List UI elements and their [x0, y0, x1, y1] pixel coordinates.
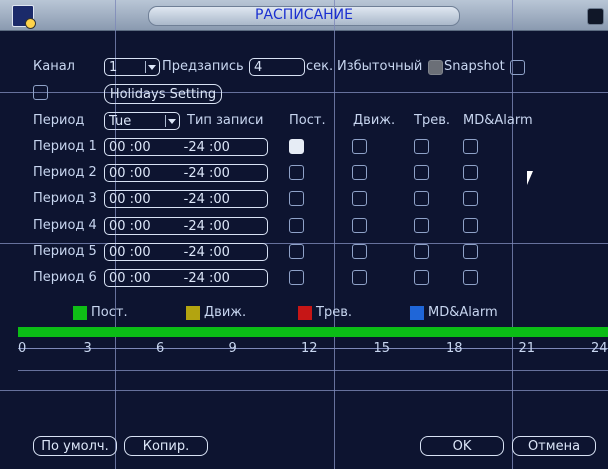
- period-4-mdalarm-checkbox[interactable]: [463, 218, 478, 233]
- timeline-tick-label: 21: [518, 341, 536, 356]
- period-5-regular-checkbox[interactable]: [289, 244, 304, 259]
- prerecord-label: Предзапись: [162, 59, 244, 74]
- holidays-setting-button[interactable]: Holidays Setting: [104, 84, 222, 104]
- channel-label: Канал: [33, 59, 75, 74]
- holidays-checkbox[interactable]: [33, 85, 48, 100]
- period-label-5: Период 5: [33, 244, 97, 259]
- period-1-alarm-checkbox[interactable]: [414, 139, 429, 154]
- guide-line: [0, 390, 608, 391]
- app-icon: [12, 5, 36, 29]
- ok-button[interactable]: OK: [420, 436, 504, 456]
- guide-line: [334, 0, 335, 469]
- redundant-label: Избыточный: [337, 59, 423, 74]
- period-label-2: Период 2: [33, 165, 97, 180]
- timeline-tick-label: 15: [373, 341, 391, 356]
- period-5-motion-checkbox[interactable]: [352, 244, 367, 259]
- period-5-alarm-checkbox[interactable]: [414, 244, 429, 259]
- period-time-range-6[interactable]: 00 :00 -24 :00: [104, 269, 268, 287]
- period-label-4: Период 4: [33, 218, 97, 233]
- timeline-bar: [18, 327, 608, 337]
- period-1-regular-checkbox[interactable]: [289, 139, 304, 154]
- column-alarm: Трев.: [414, 113, 450, 128]
- column-motion: Движ.: [353, 113, 396, 128]
- redundant-checkbox[interactable]: [428, 60, 443, 75]
- window-title: РАСПИСАНИЕ: [255, 7, 353, 23]
- period-time-range-4[interactable]: 00 :00 -24 :00: [104, 217, 268, 235]
- period-time-range-2[interactable]: 00 :00 -24 :00: [104, 164, 268, 182]
- timeline-tick-label: 6: [156, 341, 165, 356]
- period-time-range-3[interactable]: 00 :00 -24 :00: [104, 190, 268, 208]
- prerecord-input[interactable]: 4: [249, 58, 305, 76]
- timeline-axis-line: [18, 370, 608, 371]
- guide-line: [0, 92, 608, 93]
- channel-value: 1: [109, 60, 118, 75]
- legend-motion: Движ.: [204, 305, 247, 320]
- timeline-tick-label: 9: [228, 341, 237, 356]
- period-6-motion-checkbox[interactable]: [352, 270, 367, 285]
- legend-regular: Пост.: [91, 305, 128, 320]
- period-label-3: Период 3: [33, 191, 97, 206]
- period-1-motion-checkbox[interactable]: [352, 139, 367, 154]
- period-6-regular-checkbox[interactable]: [289, 270, 304, 285]
- period-3-mdalarm-checkbox[interactable]: [463, 191, 478, 206]
- period-time-range-5[interactable]: 00 :00 -24 :00: [104, 243, 268, 261]
- mouse-cursor-icon: [527, 171, 539, 185]
- period-label: Период: [33, 113, 85, 128]
- close-button[interactable]: [587, 8, 604, 25]
- timeline-tick-label: 3: [83, 341, 92, 356]
- period-2-motion-checkbox[interactable]: [352, 165, 367, 180]
- cancel-button[interactable]: Отмена: [512, 436, 596, 456]
- timeline-tick-label: 18: [446, 341, 463, 356]
- copy-button[interactable]: Копир.: [124, 436, 208, 456]
- column-regular: Пост.: [289, 113, 326, 128]
- day-select[interactable]: Tue: [104, 112, 180, 130]
- period-label-6: Период 6: [33, 270, 97, 285]
- period-3-regular-checkbox[interactable]: [289, 191, 304, 206]
- timeline-tick-label: 24: [591, 341, 608, 356]
- snapshot-checkbox[interactable]: [510, 60, 525, 75]
- chevron-down-icon: [165, 115, 177, 127]
- period-time-range-1[interactable]: 00 :00 -24 :00: [104, 138, 268, 156]
- period-5-mdalarm-checkbox[interactable]: [463, 244, 478, 259]
- period-4-alarm-checkbox[interactable]: [414, 218, 429, 233]
- chevron-down-icon: [145, 61, 157, 73]
- timeline-tick-label: 12: [301, 341, 318, 356]
- record-type-label: Тип записи: [187, 113, 264, 128]
- legend-swatch-regular: [73, 306, 87, 320]
- period-2-mdalarm-checkbox[interactable]: [463, 165, 478, 180]
- period-1-mdalarm-checkbox[interactable]: [463, 139, 478, 154]
- period-6-mdalarm-checkbox[interactable]: [463, 270, 478, 285]
- period-4-motion-checkbox[interactable]: [352, 218, 367, 233]
- period-label-1: Период 1: [33, 139, 97, 154]
- schedule-window: РАСПИСАНИЕ Канал 1 Предзапись 4 сек. Изб…: [0, 0, 608, 469]
- channel-select[interactable]: 1: [104, 58, 160, 76]
- period-2-regular-checkbox[interactable]: [289, 165, 304, 180]
- legend-swatch-motion: [186, 306, 200, 320]
- day-value: Tue: [109, 114, 132, 129]
- snapshot-label: Snapshot: [444, 59, 505, 74]
- legend-alarm: Трев.: [316, 305, 352, 320]
- seconds-label: сек.: [306, 59, 334, 74]
- period-3-alarm-checkbox[interactable]: [414, 191, 429, 206]
- legend-md-alarm: MD&Alarm: [428, 305, 498, 320]
- legend-swatch-md-alarm: [410, 306, 424, 320]
- period-2-alarm-checkbox[interactable]: [414, 165, 429, 180]
- timeline-tick-label: 0: [18, 341, 27, 356]
- column-md-alarm: MD&Alarm: [463, 113, 533, 128]
- period-4-regular-checkbox[interactable]: [289, 218, 304, 233]
- period-3-motion-checkbox[interactable]: [352, 191, 367, 206]
- default-button[interactable]: По умолч.: [33, 436, 117, 456]
- period-6-alarm-checkbox[interactable]: [414, 270, 429, 285]
- legend-swatch-alarm: [298, 306, 312, 320]
